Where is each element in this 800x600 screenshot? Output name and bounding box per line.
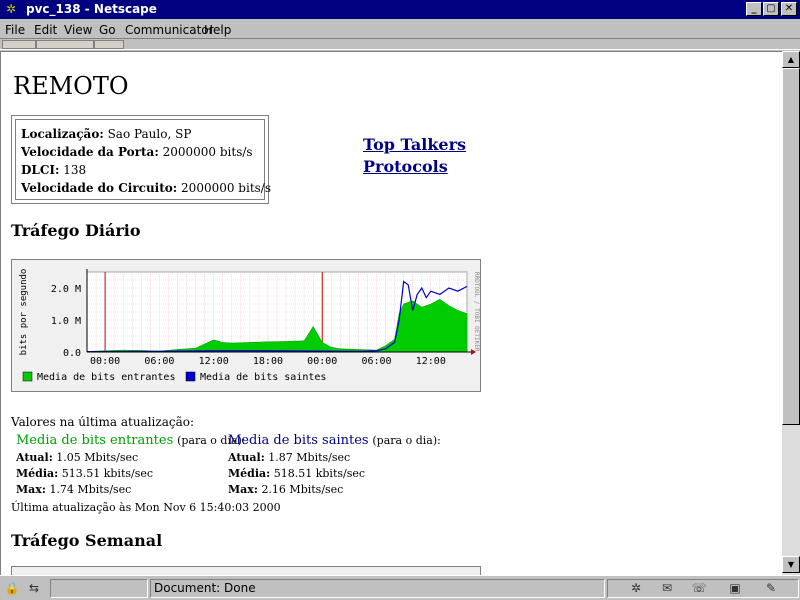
page-title: REMOTO	[13, 72, 129, 100]
maximize-button[interactable]: ▢	[763, 2, 779, 16]
vertical-scrollbar[interactable]: ▲ ▼	[782, 51, 800, 575]
x-tick-label: 00:00	[307, 356, 337, 367]
x-tick-label: 18:00	[253, 356, 283, 367]
scroll-down-button[interactable]: ▼	[782, 556, 800, 573]
rrdtool-credit: RRDTOOL / TOBI OETIKER	[473, 272, 480, 352]
title-bar: ✲ pvc_138 - Netscape _ ▢ ✕	[0, 0, 800, 19]
x-tick-label: 00:00	[90, 356, 120, 367]
info-porta: Velocidade da Porta: 2000000 bits/s	[21, 145, 253, 159]
progress-panel	[50, 579, 148, 598]
page-content: REMOTO Localização: Sao Paulo, SP Veloci…	[0, 51, 782, 575]
outgoing-title: Media de bits saintes	[228, 433, 369, 448]
weekly-traffic-chart	[11, 566, 481, 575]
info-table-inner: Localização: Sao Paulo, SP Velocidade da…	[15, 119, 271, 200]
info-dlci: DLCI: 138	[21, 163, 87, 177]
y-tick-label: 1.0 M	[51, 316, 81, 327]
mail-icon[interactable]: ✉	[657, 580, 677, 597]
x-tick-label: 06:00	[361, 356, 391, 367]
scroll-thumb[interactable]	[782, 68, 800, 425]
toolbar-tab-location[interactable]	[36, 40, 94, 49]
info-circuito: Velocidade do Circuito: 2000000 bits/s	[21, 181, 272, 195]
window-title: pvc_138 - Netscape	[26, 2, 157, 16]
edit-icon[interactable]: ✎	[761, 580, 781, 597]
daily-traffic-heading: Tráfego Diário	[11, 221, 141, 240]
incoming-atual: Atual: 1.05 Mbits/sec	[16, 451, 139, 464]
toolbar-tab-navigation[interactable]	[2, 40, 36, 49]
incoming-max: Max: 1.74 Mbits/sec	[16, 483, 132, 496]
status-text: Document: Done	[150, 579, 605, 598]
toolbar-tab-personal[interactable]	[94, 40, 124, 49]
values-intro: Valores na última atualização:	[11, 415, 195, 429]
netscape-app-icon[interactable]: ✲	[3, 2, 19, 17]
legend-label-outgoing: Media de bits saintes	[200, 372, 326, 383]
outgoing-media: Média: 518.51 kbits/sec	[228, 467, 366, 480]
outgoing-suffix: (para o dia):	[372, 434, 441, 447]
top-talkers-link[interactable]: Top Talkers	[363, 134, 466, 156]
composer-icon[interactable]: ▣	[725, 580, 745, 597]
menu-bar: File Edit View Go Communicator Help	[0, 19, 800, 38]
outgoing-max: Max: 2.16 Mbits/sec	[228, 483, 344, 496]
legend-label-incoming: Media de bits entrantes	[37, 372, 175, 383]
legend-swatch-outgoing	[185, 371, 196, 382]
status-bar: 🔒 ⇆ Document: Done ✲ ✉ ☏ ▣ ✎	[0, 575, 800, 600]
incoming-title: Media de bits entrantes	[16, 433, 174, 448]
discussions-icon[interactable]: ☏	[689, 580, 709, 597]
last-update: Última atualização às Mon Nov 6 15:40:03…	[11, 501, 281, 514]
minimize-button[interactable]: _	[746, 2, 762, 16]
chart-svg: 0.0 1.0 M 2.0 M 00:00 06:00 12:00 18:00 00:00 06…	[19, 269, 480, 383]
x-tick-label: 12:00	[416, 356, 446, 367]
navigator-icon[interactable]: ✲	[626, 580, 646, 597]
incoming-media: Média: 513.51 kbits/sec	[16, 467, 154, 480]
y-axis-label: bits por segundo	[19, 269, 29, 356]
legend-swatch-incoming	[22, 371, 33, 382]
close-button[interactable]: ✕	[781, 2, 797, 16]
security-lock-icon[interactable]: 🔒	[2, 580, 22, 597]
collapsed-toolbars	[0, 38, 800, 50]
info-localizacao: Localização: Sao Paulo, SP	[21, 127, 192, 141]
protocols-link[interactable]: Protocols	[363, 156, 466, 178]
info-table: Localização: Sao Paulo, SP Velocidade da…	[11, 115, 271, 204]
connection-icon: ⇆	[28, 581, 40, 595]
weekly-traffic-heading: Tráfego Semanal	[11, 531, 163, 550]
links-panel: Top Talkers Protocols	[363, 134, 466, 178]
incoming-block: Media de bits entrantes (para o dia):	[16, 433, 246, 448]
daily-traffic-chart: 0.0 1.0 M 2.0 M 00:00 06:00 12:00 18:00 00:00 06…	[11, 259, 481, 392]
outgoing-block: Media de bits saintes (para o dia):	[228, 433, 441, 448]
outgoing-atual: Atual: 1.87 Mbits/sec	[228, 451, 351, 464]
scroll-up-button[interactable]: ▲	[782, 51, 800, 68]
y-tick-label: 2.0 M	[51, 284, 81, 295]
x-tick-label: 06:00	[144, 356, 174, 367]
y-tick-label: 0.0	[63, 348, 81, 359]
x-tick-label: 12:00	[199, 356, 229, 367]
